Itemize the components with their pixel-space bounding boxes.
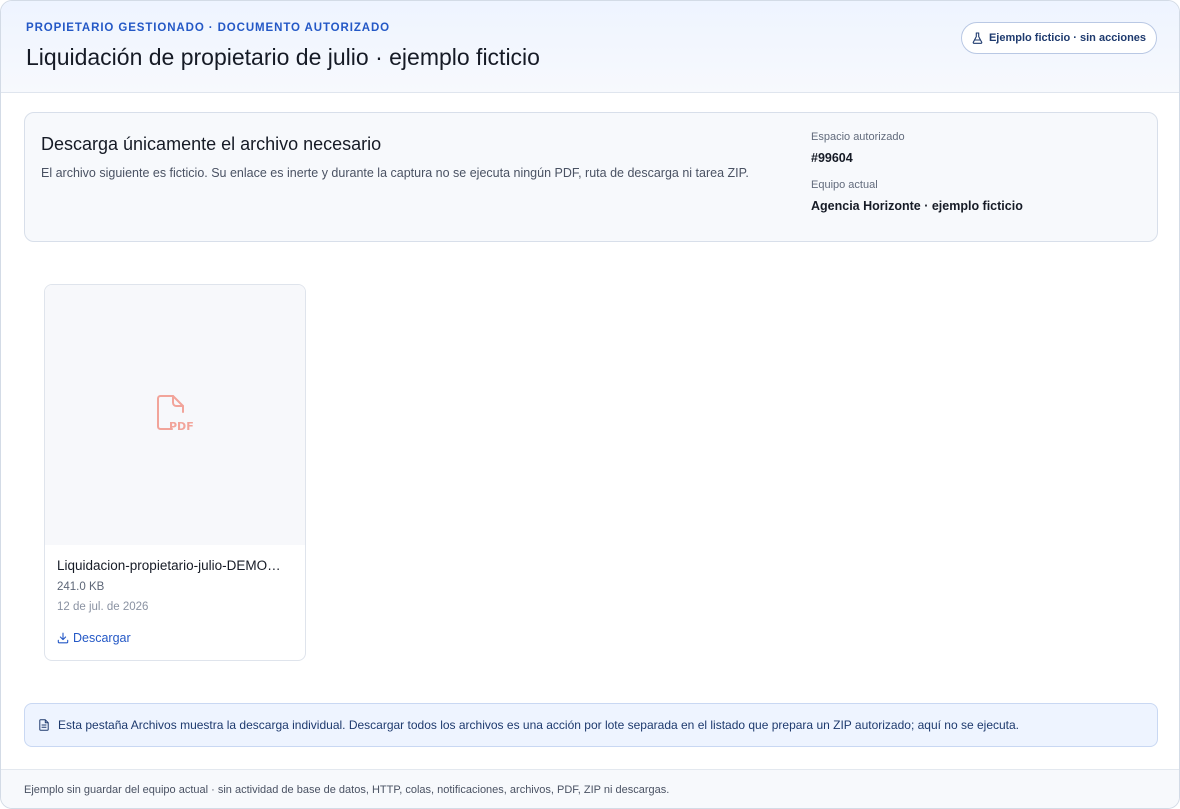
download-link[interactable]: Descargar bbox=[57, 629, 131, 647]
notice-text: Esta pestaña Archivos muestra la descarg… bbox=[58, 718, 1020, 732]
batch-notice: Esta pestaña Archivos muestra la descarg… bbox=[24, 703, 1158, 747]
pdf-file-icon: PDF bbox=[157, 395, 194, 433]
file-date: 12 de jul. de 2026 bbox=[57, 601, 149, 613]
pdf-file-icon-label: PDF bbox=[169, 420, 194, 433]
info-title: Descarga únicamente el archivo necesario bbox=[41, 134, 382, 154]
page-header: PROPIETARIO GESTIONADO · DOCUMENTO AUTOR… bbox=[1, 1, 1179, 93]
download-label: Descargar bbox=[73, 631, 131, 645]
space-value: #99604 bbox=[811, 151, 853, 165]
document-icon bbox=[39, 719, 49, 731]
download-icon bbox=[57, 632, 69, 644]
info-card: Descarga únicamente el archivo necesario… bbox=[24, 112, 1158, 242]
file-preview: PDF bbox=[45, 285, 305, 545]
team-value: Agencia Horizonte · ejemplo ficticio bbox=[811, 199, 1023, 213]
footer-text: Ejemplo sin guardar del equipo actual · … bbox=[24, 783, 670, 796]
flask-icon bbox=[972, 32, 983, 44]
file-card: PDF Liquidacion-propietario-julio-DEMO… … bbox=[44, 284, 306, 661]
team-label: Equipo actual bbox=[811, 179, 878, 191]
demo-badge-label: Ejemplo ficticio · sin acciones bbox=[988, 32, 1147, 44]
space-label: Espacio autorizado bbox=[811, 131, 905, 143]
page-footer: Ejemplo sin guardar del equipo actual · … bbox=[1, 769, 1179, 808]
file-size: 241.0 KB bbox=[57, 581, 105, 593]
info-description: El archivo siguiente es ficticio. Su enl… bbox=[41, 166, 749, 180]
page-eyebrow: PROPIETARIO GESTIONADO · DOCUMENTO AUTOR… bbox=[26, 22, 390, 34]
page-title: Liquidación de propietario de julio · ej… bbox=[26, 44, 540, 70]
file-name: Liquidacion-propietario-julio-DEMO… bbox=[57, 558, 281, 573]
app-frame: PROPIETARIO GESTIONADO · DOCUMENTO AUTOR… bbox=[0, 0, 1180, 809]
demo-badge: Ejemplo ficticio · sin acciones bbox=[961, 22, 1157, 54]
